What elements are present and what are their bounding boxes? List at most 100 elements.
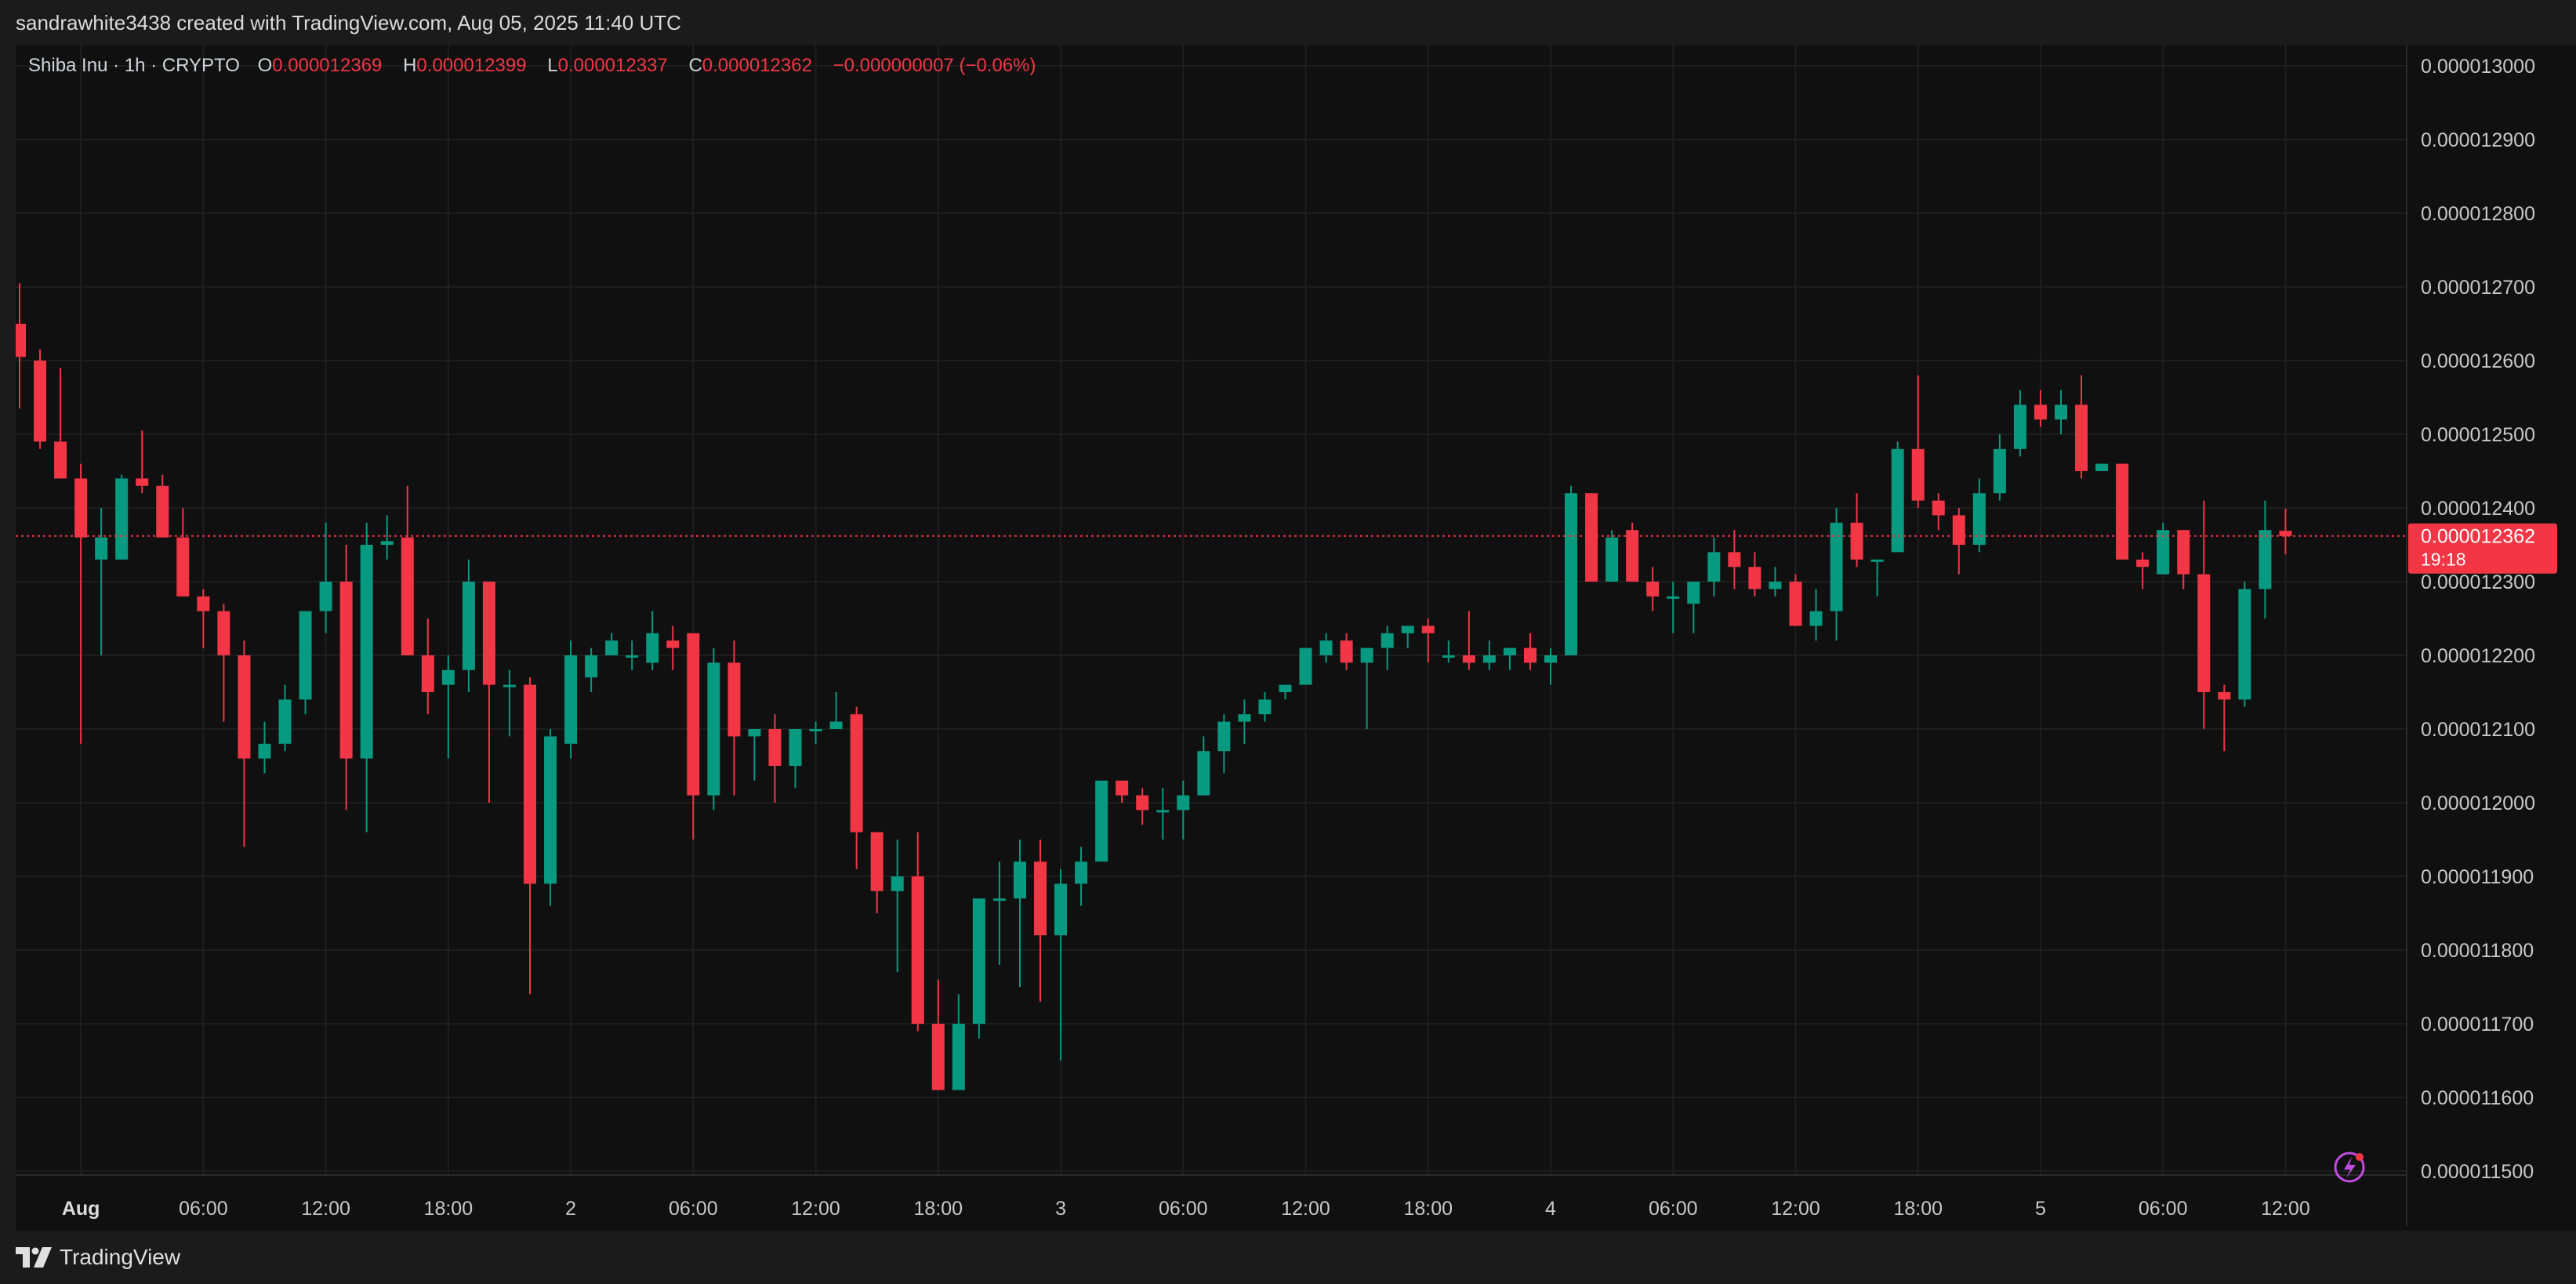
candle <box>727 640 741 796</box>
open-label: O <box>257 55 273 76</box>
candle-body <box>34 361 47 442</box>
candle-body <box>1299 647 1312 685</box>
candle-body <box>585 655 598 678</box>
candle <box>1197 736 1210 796</box>
candle-body <box>2055 404 2067 420</box>
candle <box>1360 647 1373 729</box>
candle-body <box>789 729 802 766</box>
price-axis-label: 0.000012000 <box>2421 793 2535 814</box>
candle <box>2157 522 2170 575</box>
candle-body <box>605 640 619 655</box>
candle <box>646 611 659 670</box>
price-axis-label: 0.000012700 <box>2421 277 2535 299</box>
candle-body <box>687 633 700 796</box>
time-axis-label: 4 <box>1545 1198 1556 1220</box>
candle-body <box>1565 493 1578 655</box>
candle <box>687 633 700 840</box>
candle-body <box>1707 552 1721 582</box>
candle <box>1626 522 1639 582</box>
price-axis-label: 0.000012500 <box>2421 424 2535 446</box>
price-axis-label: 0.000012600 <box>2421 350 2535 372</box>
lightning-icon[interactable] <box>2334 1152 2365 1183</box>
candle-body <box>666 640 680 648</box>
candle <box>1095 780 1108 862</box>
brand[interactable]: TradingView <box>16 1243 180 1271</box>
candle-body <box>727 662 741 737</box>
candle-body <box>1687 582 1700 604</box>
candle <box>278 684 292 752</box>
candle <box>707 647 720 811</box>
candle-body <box>1095 780 1108 862</box>
time-axis-label: 06:00 <box>2139 1198 2188 1220</box>
candle <box>2136 552 2150 589</box>
symbol-label[interactable]: Shiba Inu · 1h · CRYPTO <box>28 55 240 76</box>
candle-body <box>2197 574 2211 692</box>
candle-body <box>1605 537 1619 582</box>
candle-body <box>1911 448 1925 501</box>
candle-body <box>16 324 26 357</box>
candle <box>1932 493 1945 531</box>
candle-body <box>1075 861 1088 884</box>
last-price-tag-countdown: 19:18 <box>2421 550 2466 570</box>
time-axis-label: 5 <box>2035 1198 2046 1220</box>
price-axis-label: 0.000011500 <box>2421 1161 2534 1183</box>
candle <box>1177 780 1190 840</box>
attribution-bar: sandrawhite3438 created with TradingView… <box>0 0 2576 45</box>
candle-body <box>360 545 373 759</box>
candle-body <box>870 832 883 891</box>
time-axis-label: 18:00 <box>1403 1198 1453 1220</box>
candle <box>197 589 210 648</box>
time-axis-label: 06:00 <box>1159 1198 1208 1220</box>
open-value: 0.000012369 <box>272 55 383 76</box>
candlestick-chart[interactable]: 0.000013000 0.000012900 0.000012800 0.00001… <box>16 45 2576 1231</box>
candle-body <box>1279 684 1292 692</box>
candle <box>1544 647 1557 685</box>
candle <box>1523 633 1537 670</box>
time-axis-label: 06:00 <box>1649 1198 1698 1220</box>
candle <box>809 721 822 744</box>
candle-body <box>380 541 394 545</box>
time-axis-label: 06:00 <box>669 1198 718 1220</box>
candle-body <box>1442 655 1455 658</box>
candle <box>972 898 985 1039</box>
candle-body <box>2279 531 2292 536</box>
candle-body <box>992 898 1006 901</box>
candle-body <box>1217 721 1231 752</box>
candle <box>2116 463 2129 560</box>
candle <box>952 994 965 1090</box>
candle-body <box>2116 463 2129 560</box>
candle <box>1238 699 1251 744</box>
candle-body <box>1850 522 1863 560</box>
candle-body <box>1177 795 1190 811</box>
candle-body <box>564 655 578 744</box>
price-axis-label: 0.000013000 <box>2421 56 2535 78</box>
candle-body <box>1136 795 1149 811</box>
price-axis-label: 0.000012100 <box>2421 719 2535 741</box>
time-axis: Aug 06:00 12:00 18:00 2 06:00 12:00 18:00 3 06:00… <box>62 1198 2310 1220</box>
candle <box>503 669 516 737</box>
candle-body <box>1156 810 1170 813</box>
candle-body <box>1748 567 1761 589</box>
candle-body <box>850 714 863 832</box>
candle <box>2055 390 2067 434</box>
candle-body <box>1626 530 1639 582</box>
candle <box>299 611 312 715</box>
candle-body <box>1197 751 1210 796</box>
candle-body <box>401 537 414 655</box>
candle-body <box>156 485 169 538</box>
candle-body <box>1972 493 1986 545</box>
candle <box>1054 869 1068 1061</box>
close-label: C <box>688 55 702 76</box>
candle <box>1870 559 1884 597</box>
candle-body <box>299 611 312 700</box>
candle <box>605 633 619 655</box>
candle-body <box>1238 714 1251 722</box>
candle-body <box>1952 515 1965 545</box>
candle <box>74 463 88 744</box>
candle <box>564 640 578 759</box>
candle <box>339 545 353 811</box>
candle <box>544 729 557 906</box>
candle <box>1993 434 2006 501</box>
candle-body <box>176 537 190 597</box>
candle-body <box>1381 633 1394 648</box>
